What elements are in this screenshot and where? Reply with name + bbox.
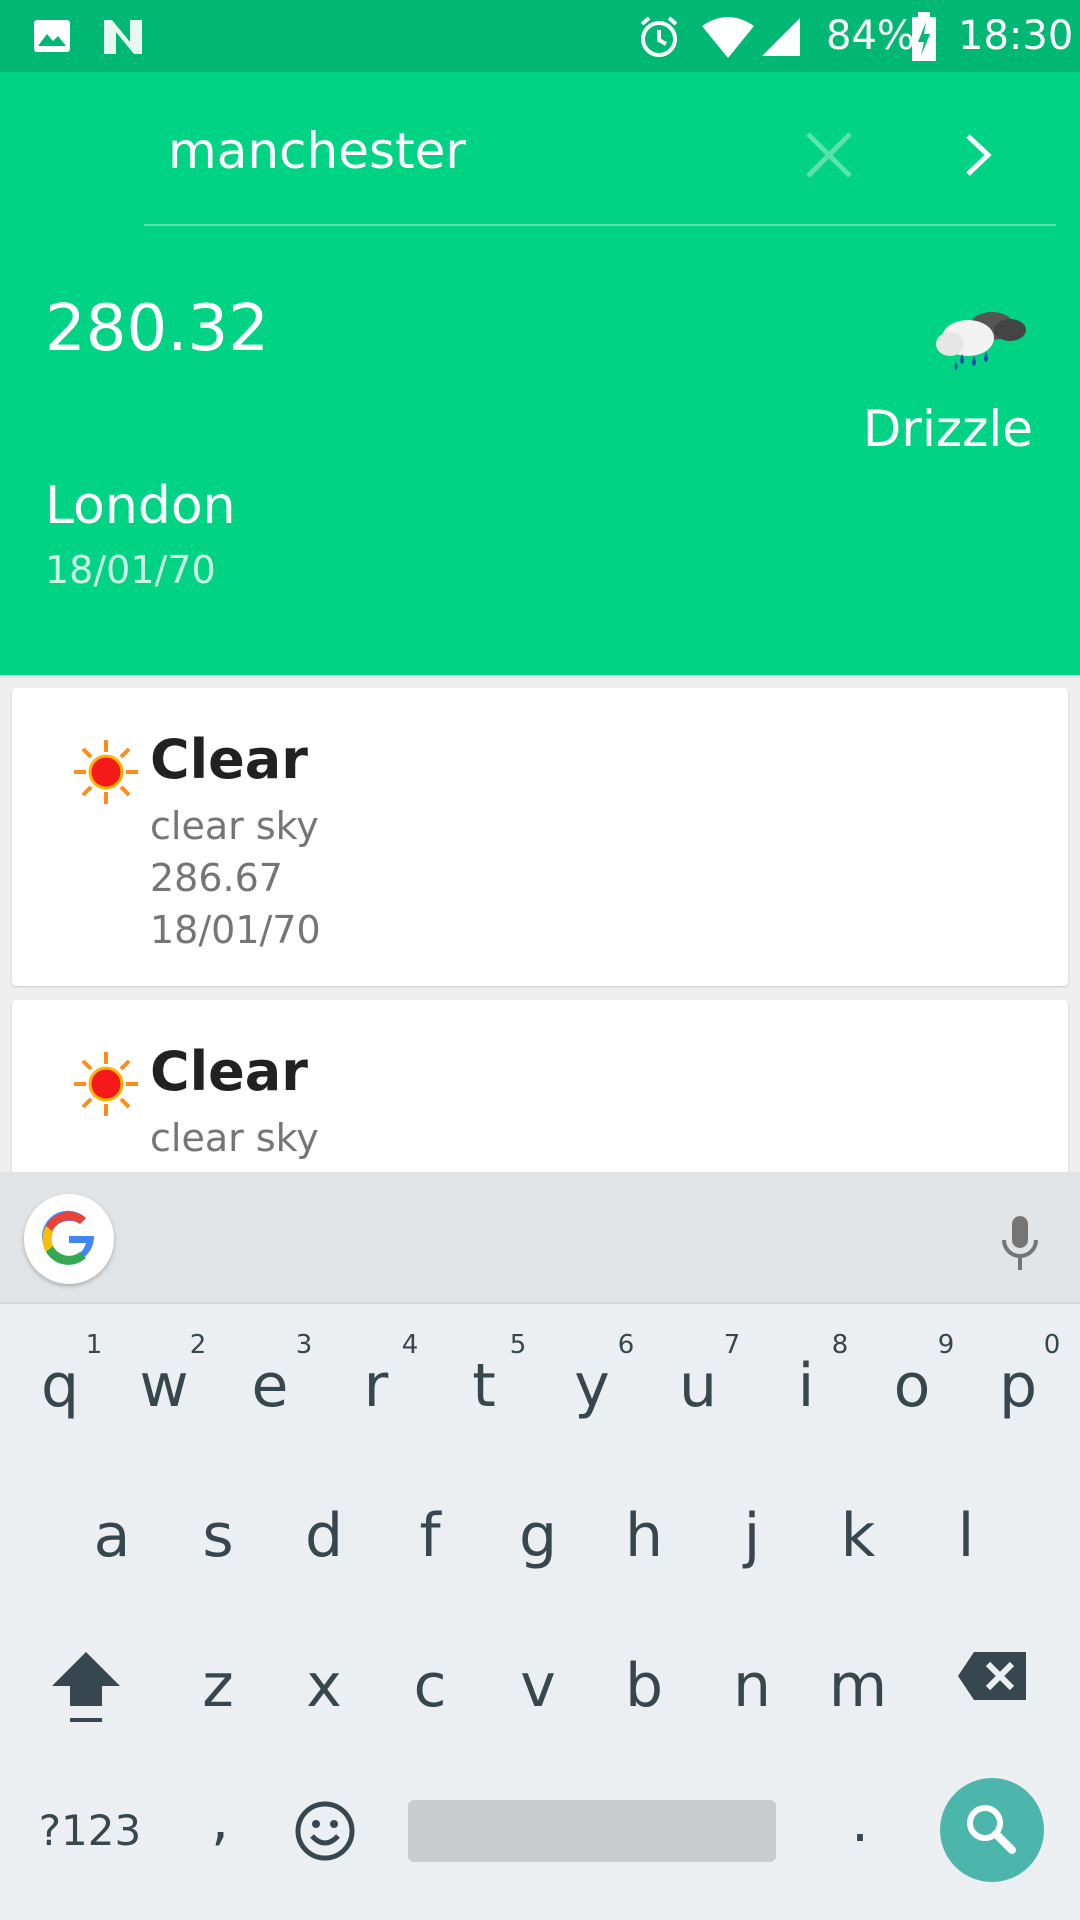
key-hint-9: 9 xyxy=(937,1330,955,1360)
key-z[interactable]: z xyxy=(168,1656,268,1716)
keyboard-search-button[interactable] xyxy=(940,1778,1044,1882)
forecast-title: Clear xyxy=(150,1040,308,1103)
city-name: London xyxy=(45,476,236,536)
emoji-icon[interactable] xyxy=(294,1800,356,1862)
forecast-temperature: 286.67 xyxy=(150,856,283,900)
key-u[interactable]: u xyxy=(648,1356,748,1416)
forecast-description: clear sky xyxy=(150,804,319,848)
key-b[interactable]: b xyxy=(594,1656,694,1716)
key-g[interactable]: g xyxy=(488,1506,588,1566)
shift-icon[interactable] xyxy=(48,1648,124,1726)
key-h[interactable]: h xyxy=(594,1506,694,1566)
symbols-key[interactable]: ?123 xyxy=(30,1806,150,1855)
key-hint-6: 6 xyxy=(617,1330,635,1360)
key-hint-3: 3 xyxy=(295,1330,313,1360)
comma-key[interactable]: , xyxy=(200,1788,240,1853)
key-hint-8: 8 xyxy=(831,1330,849,1360)
current-temperature: 280.32 xyxy=(45,292,269,366)
space-key[interactable] xyxy=(408,1800,776,1862)
key-v[interactable]: v xyxy=(488,1656,588,1716)
forecast-card[interactable]: Clear clear sky xyxy=(12,1000,1068,1180)
n-logo-icon xyxy=(104,20,142,54)
key-t[interactable]: t xyxy=(434,1356,534,1416)
key-n[interactable]: n xyxy=(702,1656,802,1716)
key-s[interactable]: s xyxy=(168,1506,268,1566)
key-hint-2: 2 xyxy=(189,1330,207,1360)
forecast-title: Clear xyxy=(150,728,308,791)
key-a[interactable]: a xyxy=(62,1506,162,1566)
key-r[interactable]: r xyxy=(326,1356,426,1416)
key-e[interactable]: e xyxy=(220,1356,320,1416)
key-m[interactable]: m xyxy=(808,1656,908,1716)
battery-charging-icon xyxy=(912,12,936,61)
search-input[interactable]: manchester xyxy=(168,122,466,180)
key-j[interactable]: j xyxy=(702,1506,802,1566)
key-f[interactable]: f xyxy=(380,1506,480,1566)
key-p[interactable]: p xyxy=(968,1356,1068,1416)
key-o[interactable]: o xyxy=(862,1356,962,1416)
status-bar: 84% 18:30 xyxy=(0,0,1080,72)
key-w[interactable]: w xyxy=(114,1356,214,1416)
chevron-right-icon[interactable] xyxy=(958,130,998,180)
clock: 18:30 xyxy=(958,13,1074,59)
key-k[interactable]: k xyxy=(808,1506,908,1566)
drizzle-icon xyxy=(936,312,1026,370)
key-q[interactable]: q xyxy=(10,1356,110,1416)
forecast-card[interactable]: Clear clear sky 286.67 18/01/70 xyxy=(12,688,1068,986)
keyboard-suggestion-bar xyxy=(0,1172,1080,1304)
backspace-icon[interactable] xyxy=(956,1650,1028,1702)
key-x[interactable]: x xyxy=(274,1656,374,1716)
alarm-icon xyxy=(640,16,678,57)
key-hint-4: 4 xyxy=(401,1330,419,1360)
google-g-icon xyxy=(42,1210,95,1265)
image-icon xyxy=(34,20,70,52)
period-key[interactable]: . xyxy=(840,1790,880,1855)
key-i[interactable]: i xyxy=(756,1356,856,1416)
key-hint-5: 5 xyxy=(509,1330,527,1360)
google-search-button[interactable] xyxy=(24,1194,114,1284)
battery-percent: 84% xyxy=(826,13,915,59)
key-hint-7: 7 xyxy=(723,1330,741,1360)
current-date: 18/01/70 xyxy=(45,548,216,592)
current-condition: Drizzle xyxy=(862,400,1033,458)
key-c[interactable]: c xyxy=(380,1656,480,1716)
key-d[interactable]: d xyxy=(274,1506,374,1566)
search-icon xyxy=(967,1805,1016,1854)
key-hint-1: 1 xyxy=(85,1330,103,1360)
wifi-icon xyxy=(702,17,754,58)
forecast-description: clear sky xyxy=(150,1116,319,1160)
search-underline xyxy=(144,224,1056,226)
sun-icon xyxy=(74,1052,138,1116)
microphone-icon[interactable] xyxy=(998,1214,1042,1274)
sun-icon xyxy=(74,740,138,804)
clear-icon[interactable] xyxy=(800,126,858,184)
forecast-date: 18/01/70 xyxy=(150,908,321,952)
key-hint-0: 0 xyxy=(1043,1330,1061,1360)
signal-icon xyxy=(762,18,800,56)
key-l[interactable]: l xyxy=(916,1506,1016,1566)
key-y[interactable]: y xyxy=(542,1356,642,1416)
